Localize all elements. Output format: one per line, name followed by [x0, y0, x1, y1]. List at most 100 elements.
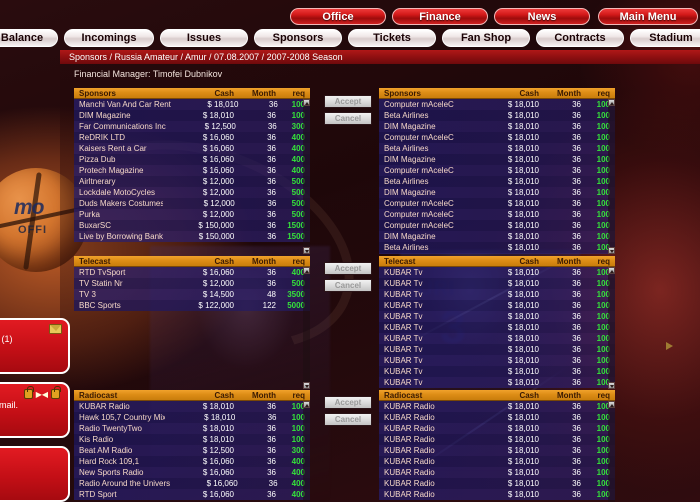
table-row[interactable]: Computer mAceleC $ 18,010 36 100 [379, 220, 615, 231]
scroll-down-icon[interactable] [608, 382, 615, 389]
table-row[interactable]: KUBAR Tv $ 18,010 36 100 [379, 300, 615, 311]
table-row[interactable]: DIM Magazine$ 18,01036100 [379, 154, 615, 165]
topnav-tab-tickets[interactable]: Tickets [348, 29, 436, 47]
table-row[interactable]: KUBAR Radio $ 18,010 36 100 [379, 445, 615, 456]
accept-button-sponsors[interactable]: Accept [324, 95, 372, 108]
topnav-primary-main-menu[interactable]: Main Menu [598, 8, 698, 25]
scroll-up-icon[interactable] [608, 401, 615, 408]
cancel-button-sponsors[interactable]: Cancel [324, 112, 372, 125]
table-row[interactable]: Computer mAceleC $ 18,010 36 100 [379, 132, 615, 143]
table-row[interactable]: Beta Airlines $ 18,010 36 100 [379, 110, 615, 121]
table-row[interactable]: KUBAR Radio $ 18,010 36 100 [379, 434, 615, 445]
scroll-down-icon[interactable] [303, 247, 310, 254]
table-row[interactable]: KUBAR Tv $ 18,010 36 100 [379, 278, 615, 289]
cancel-button-radiocast[interactable]: Cancel [324, 413, 372, 426]
scrollbar-sponsors-right[interactable] [608, 99, 615, 254]
table-row[interactable]: Kis Radio $ 18,010 36 100 [74, 434, 310, 445]
table-row[interactable]: Computer mAceleC $ 18,010 36 100 [379, 99, 615, 110]
column-header-req[interactable]: req [581, 257, 615, 266]
table-row[interactable]: RTD Sport $ 16,060 36 400 [74, 489, 310, 500]
cancel-button-telecast[interactable]: Cancel [324, 279, 372, 292]
column-header-req[interactable]: req [276, 257, 310, 266]
topnav-primary-news[interactable]: News [494, 8, 590, 25]
column-header-month[interactable]: Month [539, 89, 581, 98]
column-header-req[interactable]: req [581, 391, 615, 400]
scrollbar-sponsors-left[interactable] [303, 99, 310, 254]
column-header-req[interactable]: req [276, 89, 310, 98]
table-row[interactable]: KUBAR Radio $ 18,010 36 100 [74, 401, 310, 412]
column-header-cash[interactable]: Cash [162, 391, 234, 400]
table-row[interactable]: DIM Magazine$ 18,01036100 [379, 121, 615, 132]
table-row[interactable]: Protech Magazine $ 16,060 36 400 [74, 165, 310, 176]
table-row[interactable]: Pizza Dub $ 16,060 36 400 [74, 154, 310, 165]
scroll-up-icon[interactable] [303, 401, 310, 408]
scroll-down-icon[interactable] [608, 247, 615, 254]
table-row[interactable]: Beat AM Radio $ 12,500 36 300 [74, 445, 310, 456]
column-header-month[interactable]: Month [539, 391, 581, 400]
column-header-name[interactable]: Radiocast [379, 391, 467, 400]
scrollbar-radiocast-left[interactable] [303, 401, 310, 502]
table-row[interactable]: DIM Magazine$ 18,01036100 [379, 231, 615, 242]
column-header-name[interactable]: Telecast [74, 257, 162, 266]
column-header-name[interactable]: Sponsors [379, 89, 467, 98]
table-row[interactable]: ReDRIK LTD $ 16,060 36 400 [74, 132, 310, 143]
topnav-tab-issues[interactable]: Issues [160, 29, 248, 47]
column-header-name[interactable]: Radiocast [74, 391, 162, 400]
topnav-tab-contracts[interactable]: Contracts [536, 29, 624, 47]
table-row[interactable]: KUBAR Radio $ 18,010 36 100 [379, 456, 615, 467]
column-header-month[interactable]: Month [539, 257, 581, 266]
table-row[interactable]: KUBAR Tv $ 18,010 36 100 [379, 267, 615, 278]
table-row[interactable]: Manchi Van And Car Rental $ 18,010 36 100 [74, 99, 310, 110]
table-row[interactable]: TV 3 $ 14,500 48 3500 [74, 289, 310, 300]
table-row[interactable]: New Sports Radio $ 16,060 36 400 [74, 467, 310, 478]
table-row[interactable]: KUBAR Radio $ 18,010 36 100 [379, 423, 615, 434]
new-mail-card[interactable]: ▶◀ new mail. [0, 382, 70, 438]
topnav-primary-finance[interactable]: Finance [392, 8, 488, 25]
table-row[interactable]: Beta Airlines $ 18,010 36 100 [379, 143, 615, 154]
table-row[interactable]: KUBAR Radio $ 18,010 36 100 [379, 478, 615, 489]
table-row[interactable]: Hard Rock 109,1 $ 16,060 36 400 [74, 456, 310, 467]
table-row[interactable]: RTD TvSport $ 16,060 36 400 [74, 267, 310, 278]
column-header-cash[interactable]: Cash [467, 257, 539, 266]
scrollbar-radiocast-right[interactable] [608, 401, 615, 502]
table-row[interactable]: KUBAR Tv $ 18,010 36 100 [379, 333, 615, 344]
column-header-name[interactable]: Telecast [379, 257, 467, 266]
table-row[interactable]: TV Statin Nr $ 12,000 36 500 [74, 278, 310, 289]
table-row[interactable]: BBC Sports $ 122,000 122 5000 [74, 300, 310, 311]
scrollbar-telecast-left[interactable] [303, 267, 310, 389]
accept-button-telecast[interactable]: Accept [324, 262, 372, 275]
table-row[interactable]: Airltnerary $ 12,000 36 500 [74, 176, 310, 187]
column-header-name[interactable]: Sponsors [74, 89, 162, 98]
mail-notification-card[interactable]: mail! (1) [0, 318, 70, 374]
table-row[interactable]: KUBAR Tv $ 18,010 36 100 [379, 355, 615, 366]
scroll-up-icon[interactable] [608, 267, 615, 274]
table-row[interactable]: KUBAR Tv $ 18,010 36 100 [379, 311, 615, 322]
accept-button-radiocast[interactable]: Accept [324, 396, 372, 409]
topnav-tab-sponsors[interactable]: Sponsors [254, 29, 342, 47]
table-row[interactable]: Computer mAceleC $ 18,010 36 100 [379, 165, 615, 176]
table-row[interactable]: Far Communications Inc. $ 12,500 36 300 [74, 121, 310, 132]
table-row[interactable]: Beta Airlines $ 18,010 36 100 [379, 176, 615, 187]
table-row[interactable]: KUBAR Radio $ 18,010 36 100 [379, 467, 615, 478]
scroll-up-icon[interactable] [303, 267, 310, 274]
scroll-up-icon[interactable] [303, 99, 310, 106]
topnav-tab-fan-shop[interactable]: Fan Shop [442, 29, 530, 47]
column-header-month[interactable]: Month [234, 391, 276, 400]
scroll-up-icon[interactable] [608, 99, 615, 106]
column-header-req[interactable]: req [276, 391, 310, 400]
table-row[interactable]: Purka $ 12,000 36 500 [74, 209, 310, 220]
table-row[interactable]: BuxarSC $ 150,000 36 1500 [74, 220, 310, 231]
table-row[interactable]: DIM Magazine$ 18,01036100 [379, 187, 615, 198]
table-row[interactable]: Radio Around the Universe $ 16,060 36 400 [74, 478, 310, 489]
column-header-month[interactable]: Month [234, 257, 276, 266]
table-row[interactable]: Lockdale MotoCycles $ 12,000 36 500 [74, 187, 310, 198]
topnav-tab-balance[interactable]: Balance [0, 29, 58, 47]
table-row[interactable]: KUBAR Tv $ 18,010 36 100 [379, 344, 615, 355]
table-row[interactable]: KUBAR Radio $ 18,010 36 100 [379, 489, 615, 500]
scroll-down-icon[interactable] [303, 382, 310, 389]
topnav-primary-office[interactable]: Office [290, 8, 386, 25]
table-row[interactable]: Kaisers Rent a Car $ 16,060 36 400 [74, 143, 310, 154]
table-row[interactable]: Duds Makers Costumes $ 12,000 36 500 [74, 198, 310, 209]
column-header-cash[interactable]: Cash [162, 257, 234, 266]
table-row[interactable]: Radio TwentyTwo $ 18,010 36 100 [74, 423, 310, 434]
